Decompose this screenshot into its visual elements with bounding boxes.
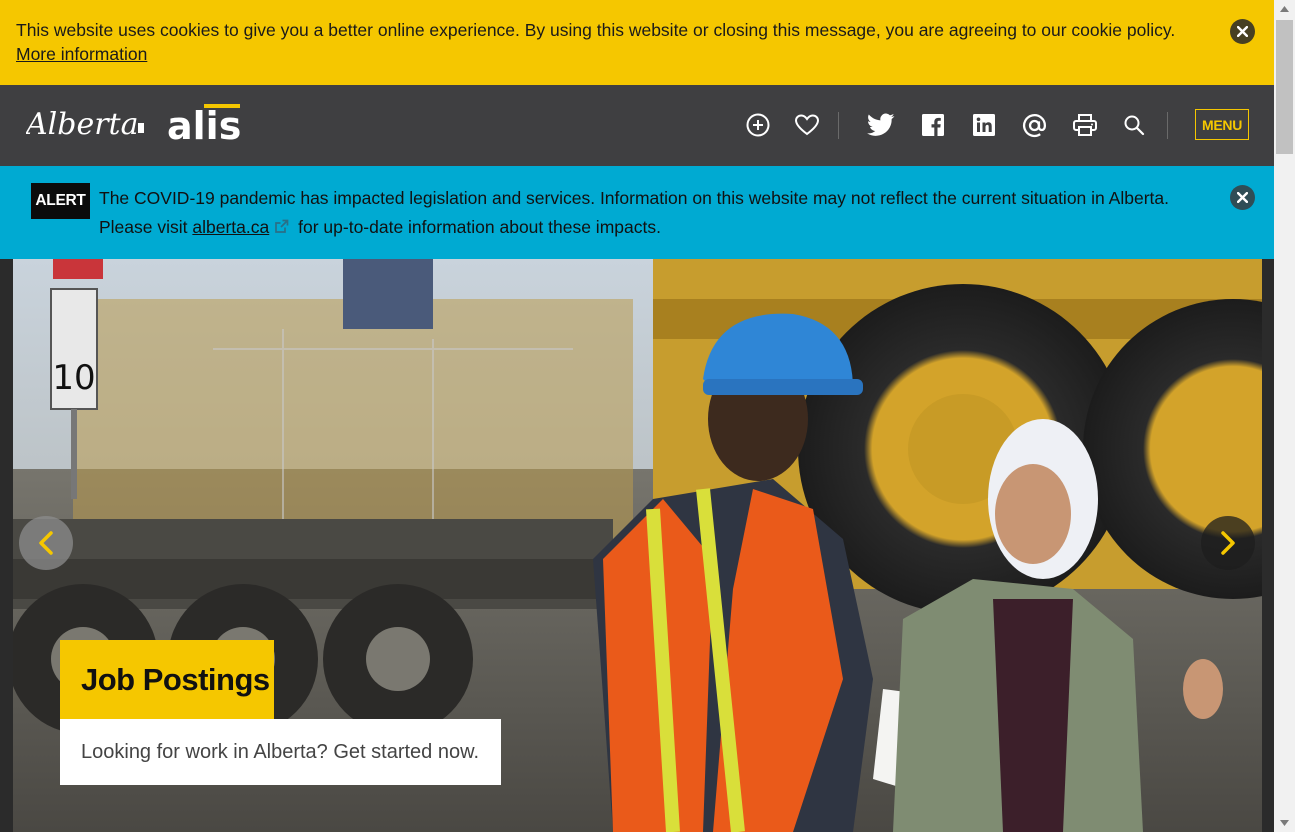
external-link-icon (274, 214, 289, 243)
linkedin-icon[interactable] (970, 111, 998, 139)
menu-button[interactable]: MENU (1195, 109, 1249, 140)
email-at-icon[interactable] (1020, 111, 1048, 139)
alberta-logo[interactable]: Alberta (23, 103, 148, 148)
svg-text:10: 10 (52, 358, 95, 398)
cookie-more-info-link[interactable]: More information (16, 44, 147, 64)
alert-close-button[interactable] (1230, 185, 1255, 210)
covid-alert-banner: ALERT The COVID-19 pandemic has impacted… (0, 166, 1274, 259)
twitter-icon[interactable] (867, 111, 895, 139)
alert-text-prefix: Please visit (99, 217, 188, 237)
svg-text:Alberta: Alberta (26, 107, 139, 142)
print-icon[interactable] (1071, 111, 1099, 139)
heart-icon[interactable] (793, 111, 821, 139)
header-divider (838, 112, 839, 139)
carousel-prev-button[interactable] (19, 516, 73, 570)
site-header: Alberta alis MENU (0, 85, 1274, 166)
hero-subtitle[interactable]: Looking for work in Alberta? Get started… (60, 719, 501, 785)
cookie-message: This website uses cookies to give you a … (16, 20, 1176, 40)
close-icon (1237, 26, 1248, 37)
search-icon[interactable] (1120, 111, 1148, 139)
close-icon (1237, 192, 1248, 203)
chevron-right-icon (1221, 531, 1235, 555)
chevron-left-icon (39, 531, 53, 555)
header-divider (1167, 112, 1168, 139)
scroll-down-arrow-icon[interactable] (1274, 814, 1295, 832)
facebook-icon[interactable] (919, 111, 947, 139)
alert-message: The COVID-19 pandemic has impacted legis… (99, 184, 1209, 243)
alis-logo[interactable]: alis (167, 101, 243, 150)
svg-text:alis: alis (167, 104, 241, 145)
cookie-close-button[interactable] (1230, 19, 1255, 44)
cookie-banner: This website uses cookies to give you a … (0, 0, 1274, 85)
scroll-thumb[interactable] (1276, 20, 1293, 154)
add-circle-icon[interactable] (744, 111, 772, 139)
hero-carousel: 10 Job Postings Looking for work in Albe… (13, 259, 1262, 832)
alert-badge: ALERT (31, 183, 90, 219)
alberta-ca-link[interactable]: alberta.ca (192, 217, 269, 237)
scroll-up-arrow-icon[interactable] (1274, 0, 1295, 18)
carousel-next-button[interactable] (1201, 516, 1255, 570)
hero-title[interactable]: Job Postings (60, 640, 274, 719)
alert-text-suffix: for up-to-date information about these i… (298, 217, 661, 237)
alert-text-line1: The COVID-19 pandemic has impacted legis… (99, 188, 1169, 208)
page-scrollbar[interactable] (1274, 0, 1295, 832)
